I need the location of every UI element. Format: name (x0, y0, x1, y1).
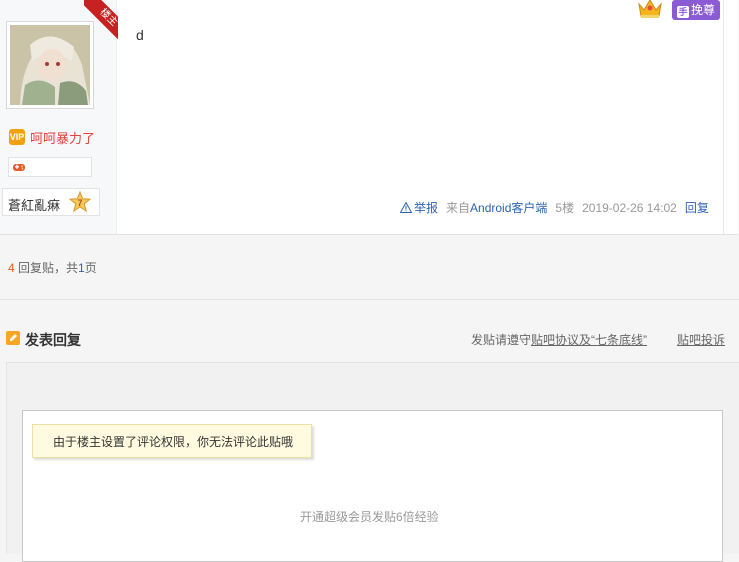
author-column: 楼主 VIP 呵呵暴力了 蒼紅亂痳 7 (0, 0, 118, 234)
reply-header: 发表回复 发贴请遵守贴吧协议及“七条底线” 贴吧投诉 (0, 300, 739, 362)
level-star-icon: 7 (69, 191, 91, 213)
avatar-image (10, 25, 90, 105)
badge-box (8, 157, 92, 177)
huanzun-button[interactable]: 手挽尊 (672, 0, 720, 20)
post-time: 2019-02-26 14:02 (582, 200, 677, 215)
post-content: d (136, 27, 144, 43)
username-row: VIP 呵呵暴力了 (9, 128, 95, 146)
page-suffix: 页 (84, 261, 97, 275)
level-number: 7 (77, 198, 82, 208)
gamepad-icon[interactable] (12, 161, 26, 173)
reply-count-mid: 回复贴，共 (18, 261, 79, 275)
rules-link[interactable]: 贴吧协议及“七条底线” (531, 333, 647, 347)
divider (723, 0, 724, 234)
crown-icon (638, 0, 662, 18)
posting-rules: 发贴请遵守贴吧协议及“七条底线” (471, 331, 647, 348)
floor-number: 5楼 (555, 201, 575, 215)
reply-title: 发表回复 (25, 332, 81, 348)
warning-icon (400, 202, 412, 213)
report-label: 举报 (414, 201, 439, 215)
thread-owner-ribbon: 楼主 (84, 0, 118, 40)
vip-icon: VIP (9, 129, 25, 145)
reply-editor[interactable]: 由于楼主设置了评论权限，你无法评论此贴哦 开通超级会员发贴6倍经验 (22, 410, 723, 562)
pager-bar: 4 回复贴，共1页 (0, 235, 739, 300)
level-name: 蒼紅亂痳 (8, 198, 61, 213)
post-tail: 举报 来自 Android客户端 5楼 2019-02-26 14:02 回复 (400, 199, 709, 216)
huanzun-label: 挽尊 (690, 3, 715, 17)
reply-count: 4 回复贴，共1页 (8, 259, 97, 276)
post-floor: 楼主 VIP 呵呵暴力了 蒼紅亂痳 7 d 手 挽尊 举报 来自 Android… (0, 0, 738, 235)
level-badge[interactable]: 蒼紅亂痳 7 (2, 188, 100, 216)
source-prefix: 来自 (446, 201, 471, 215)
source-client-link[interactable]: Android客户端 (470, 199, 547, 216)
vip-promo-text[interactable]: 开通超级会员发贴6倍经验 (300, 508, 439, 525)
report-link[interactable]: 举报 (400, 199, 438, 216)
reply-count-number: 4 (8, 261, 15, 275)
rule-prefix: 发贴请遵守 (471, 333, 532, 347)
reply-link[interactable]: 回复 (685, 199, 709, 216)
username-link[interactable]: 呵呵暴力了 (30, 128, 95, 147)
pencil-icon (6, 331, 20, 345)
permission-tip: 由于楼主设置了评论权限，你无法评论此贴哦 (32, 424, 312, 458)
page-count: 1 (78, 261, 85, 275)
hand-icon: 手 (676, 6, 689, 18)
complain-link[interactable]: 贴吧投诉 (677, 331, 725, 348)
post-decoration: 手挽尊 (632, 0, 724, 22)
reply-editor-area: 由于楼主设置了评论权限，你无法评论此贴哦 开通超级会员发贴6倍经验 (6, 362, 739, 562)
thread-owner-label: 楼主 (84, 0, 118, 40)
avatar[interactable] (6, 21, 94, 109)
